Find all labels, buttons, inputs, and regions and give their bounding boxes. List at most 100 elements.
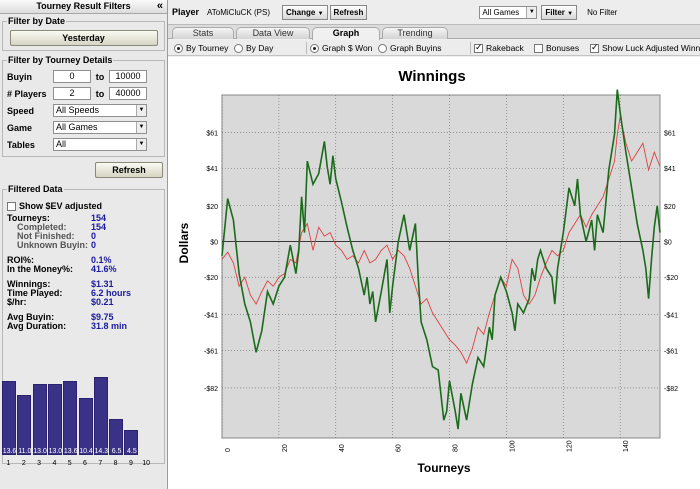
y-tick-label-left: -$61 [204,348,218,355]
stat-value: $0.21 [91,297,114,307]
histogram-x-tick: 4 [52,460,57,467]
y-tick-label-right: $20 [664,204,676,211]
show-luck-option[interactable]: Show Luck Adjusted Winn [590,42,700,53]
histogram-bar-label: 4.5 [127,448,137,455]
x-tick-label: 60 [396,444,403,452]
by-day-option[interactable]: By Day [234,43,273,53]
filtered-data-legend: Filtered Data [8,184,63,194]
speed-label: Speed [7,105,35,116]
chevron-down-icon[interactable]: ▼ [136,122,146,133]
x-tick-label: 80 [453,444,460,452]
stat-label: $/hr: [7,297,27,307]
players-min-input[interactable]: 2 [53,87,91,100]
filter-button[interactable]: Filter ▼ [541,4,578,20]
by-tourney-option[interactable]: By Tourney [174,43,228,53]
filter-panel-title: Tourney Result Filters [36,1,131,11]
tab-data-view[interactable]: Data View [236,27,310,39]
x-axis-label: Tourneys [417,461,470,475]
y-tick-label-left: $20 [206,204,218,211]
filter-button-label: Filter [545,7,565,17]
graph-buyins-option[interactable]: Graph Buyins [378,43,442,53]
game-row: Game All Games ▼ [7,120,160,135]
refresh-button[interactable]: Refresh [329,4,368,20]
histogram-bar-label: 13.6 [2,448,17,455]
bonuses-option[interactable]: Bonuses [534,43,579,53]
plot-area: 0 20 40 60 80 100 120 140 $61 $61 $41 $41 $20 $20 $0 $0… [204,89,678,452]
players-label: # Players [7,88,47,99]
histogram-x-tick: 3 [37,460,42,467]
player-label: Player [172,7,200,17]
stat-row: Unknown Buyin: 0 [7,241,160,250]
game-label: Game [7,122,33,133]
stat-label: Unknown Buyin: [17,240,88,250]
graph-area: Winnings Tourneys Dollars 0 20 40 60 80 100 12… [168,57,700,489]
show-luck-checkbox[interactable] [590,42,599,53]
stat-label: In the Money%: [7,264,74,274]
chevron-down-icon[interactable]: ▼ [136,105,146,116]
speed-row: Speed All Speeds ▼ [7,103,160,118]
by-tourney-label: By Tourney [186,43,229,53]
filter-by-date-group: Filter by Date Yesterday [2,16,165,51]
rakeback-checkbox[interactable] [474,42,483,53]
histogram-bar-label: 13.0 [33,448,47,455]
tab-trending[interactable]: Trending [382,27,448,39]
filter-by-details-legend: Filter by Tourney Details [8,55,113,65]
radio-by-tourney[interactable] [174,43,183,53]
divider [470,42,471,54]
bonuses-checkbox[interactable] [534,43,543,53]
games-select[interactable]: All Games ▼ [479,5,538,19]
y-tick-label-right: -$41 [664,313,678,320]
histogram-bar [78,398,93,455]
speed-select[interactable]: All Speeds ▼ [53,104,147,117]
histogram-x-tick: 5 [67,460,72,467]
player-name: AToMiCluCK (PS) [207,7,271,17]
y-tick-label-right: $0 [664,239,672,246]
chevron-down-icon[interactable]: ▼ [526,6,537,18]
game-select-value: All Games [56,122,98,132]
yesterday-button[interactable]: Yesterday [9,30,158,46]
buyin-row: Buyin 0 to 10000 [7,69,160,84]
buyin-label: Buyin [7,71,33,82]
x-tick-label: 40 [339,444,346,452]
histogram-bar-label: 11.0 [18,448,32,455]
tab-stats[interactable]: Stats [172,27,234,39]
histogram-bar [17,394,32,455]
tables-row: Tables All ▼ [7,137,160,152]
players-max-input[interactable]: 40000 [109,87,147,100]
y-tick-label-right: -$61 [664,348,678,355]
histogram-bar-label: 10.4 [79,448,93,455]
radio-by-day[interactable] [234,43,243,53]
stat-value: 0 [91,240,97,250]
buyin-max-input[interactable]: 10000 [109,70,147,83]
histogram-bar [63,380,78,455]
histogram-bar [2,380,16,455]
game-select[interactable]: All Games ▼ [53,121,147,134]
histogram-bar-label: 14.3 [94,448,109,455]
divider [306,42,307,54]
tables-label: Tables [7,139,35,150]
filter-by-date-legend: Filter by Date [8,16,66,26]
change-player-button[interactable]: Change ▼ [282,4,328,20]
toolbar: Player AToMiCluCK (PS) Change ▼ Refresh … [168,0,700,25]
chevron-down-icon[interactable]: ▼ [136,139,146,150]
x-tick-label: 100 [509,440,516,452]
radio-graph-won[interactable] [310,43,319,53]
tab-graph[interactable]: Graph [312,27,380,40]
histogram-x-tick: 6 [83,460,87,467]
show-luck-label: Show Luck Adjusted Winn [602,43,700,53]
stat-row: Time Played: 6.2 hours [7,289,160,298]
collapse-icon[interactable]: « [157,0,163,13]
show-sev-checkbox[interactable] [7,201,16,211]
y-axis-label: Dollars [177,222,191,263]
histogram-bar-label: 13.0 [48,448,63,455]
buyin-min-input[interactable]: 0 [53,70,91,83]
finish-histogram: 13.6 11.0 13.0 13.0 13.6 10.4 14.3 6.5 4.5 1 2 3 4 5 6… [2,370,160,468]
histogram-bar-label: 13.6 [63,448,78,455]
by-day-label: By Day [246,43,274,53]
refresh-filters-button[interactable]: Refresh [95,162,163,178]
rakeback-option[interactable]: Rakeback [474,42,524,53]
radio-graph-buyins[interactable] [378,43,387,53]
tables-select[interactable]: All ▼ [53,138,147,151]
graph-won-option[interactable]: Graph $ Won [310,43,372,53]
histogram-x-tick: 2 [21,460,26,467]
